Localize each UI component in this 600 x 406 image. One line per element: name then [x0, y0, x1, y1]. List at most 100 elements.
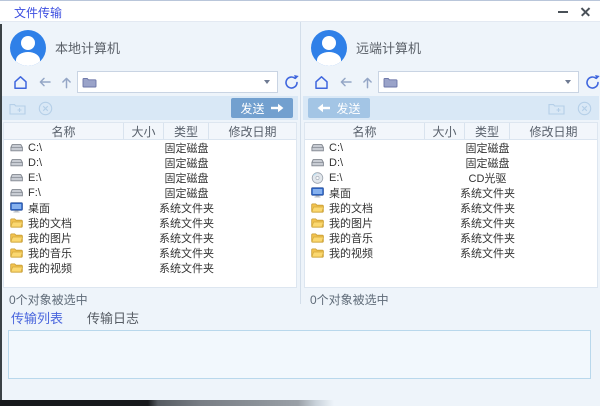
- file-name: C:\: [329, 142, 343, 154]
- up-arrow-icon: [360, 75, 375, 89]
- home-icon: [12, 74, 29, 91]
- selection-status: 0个对象被选中: [9, 291, 88, 308]
- column-header-type[interactable]: 类型: [465, 123, 510, 139]
- file-row[interactable]: 我的音乐 系统文件夹: [4, 245, 296, 260]
- action-toolbar: 发送: [303, 96, 599, 120]
- file-type: 系统文件夹: [164, 230, 209, 246]
- titlebar: 文件传输: [0, 0, 600, 22]
- app-title: 文件传输: [14, 4, 62, 21]
- folder-icon: [311, 217, 325, 229]
- remove-button[interactable]: [35, 99, 55, 117]
- home-icon: [313, 74, 330, 91]
- minimize-button[interactable]: [552, 1, 574, 22]
- computer-label: 本地计算机: [55, 38, 120, 57]
- folder-icon: [311, 232, 325, 244]
- back-button[interactable]: [335, 72, 355, 92]
- file-row[interactable]: 我的视频 系统文件夹: [4, 260, 296, 275]
- back-button[interactable]: [34, 72, 54, 92]
- file-type: 系统文件夹: [465, 185, 510, 201]
- back-arrow-icon: [338, 75, 353, 89]
- file-name: 我的图片: [329, 215, 373, 231]
- new-folder-button[interactable]: [7, 99, 27, 117]
- dropdown-caret-icon[interactable]: [565, 80, 571, 84]
- refresh-icon: [584, 74, 600, 91]
- remove-button[interactable]: [574, 99, 594, 117]
- table-header: 名称 大小 类型 修改日期: [4, 123, 296, 140]
- file-type: 固定磁盘: [164, 140, 209, 156]
- file-row[interactable]: 我的音乐 系统文件夹: [305, 230, 597, 245]
- file-name: 桌面: [329, 185, 351, 201]
- file-type: 系统文件夹: [465, 245, 510, 261]
- back-arrow-icon: [37, 75, 52, 89]
- drive-icon: [10, 172, 24, 184]
- folder-icon: [10, 262, 24, 274]
- file-row[interactable]: E:\ 固定磁盘: [4, 170, 296, 185]
- file-list: C:\ 固定磁盘 D:\ 固定磁盘 E:\ 固定磁盘: [4, 140, 296, 287]
- drive-icon: [311, 157, 325, 169]
- file-type: 固定磁盘: [465, 140, 510, 156]
- file-type: 固定磁盘: [164, 170, 209, 186]
- file-row[interactable]: D:\ 固定磁盘: [305, 155, 597, 170]
- column-header-size[interactable]: 大小: [124, 123, 164, 139]
- file-name: 我的视频: [329, 245, 373, 261]
- panel-local-computer: 本地计算机 发送 名称 大小 类型 修改日期: [0, 22, 300, 304]
- file-name: E:\: [28, 172, 41, 184]
- column-header-name[interactable]: 名称: [4, 123, 124, 139]
- send-button[interactable]: 发送: [308, 98, 370, 118]
- file-name: D:\: [28, 157, 42, 169]
- column-header-size[interactable]: 大小: [425, 123, 465, 139]
- file-row[interactable]: 我的视频 系统文件夹: [305, 245, 597, 260]
- dropdown-caret-icon[interactable]: [264, 80, 270, 84]
- file-table: 名称 大小 类型 修改日期 C:\ 固定磁盘 D:\ 固定磁盘: [3, 122, 297, 288]
- column-header-modified[interactable]: 修改日期: [209, 123, 296, 139]
- new-folder-icon: [548, 102, 565, 115]
- drive-icon: [10, 142, 24, 154]
- file-row[interactable]: C:\ 固定磁盘: [305, 140, 597, 155]
- file-type: 系统文件夹: [164, 200, 209, 216]
- file-row[interactable]: 我的文档 系统文件夹: [305, 200, 597, 215]
- path-combobox[interactable]: [378, 71, 579, 93]
- column-header-name[interactable]: 名称: [305, 123, 425, 139]
- refresh-button[interactable]: [582, 72, 600, 92]
- file-list: C:\ 固定磁盘 D:\ 固定磁盘 E:\ CD光驱: [305, 140, 597, 287]
- file-name: 我的音乐: [329, 230, 373, 246]
- file-name: D:\: [329, 157, 343, 169]
- file-type: 系统文件夹: [465, 230, 510, 246]
- home-button[interactable]: [311, 72, 331, 92]
- folder-icon: [82, 76, 97, 88]
- file-row[interactable]: E:\ CD光驱: [305, 170, 597, 185]
- minimize-icon: [558, 11, 568, 13]
- file-row[interactable]: 我的图片 系统文件夹: [305, 215, 597, 230]
- drive-icon: [311, 142, 325, 154]
- home-button[interactable]: [10, 72, 30, 92]
- column-header-modified[interactable]: 修改日期: [510, 123, 597, 139]
- column-header-type[interactable]: 类型: [164, 123, 209, 139]
- file-row[interactable]: 我的文档 系统文件夹: [4, 215, 296, 230]
- file-type: 系统文件夹: [465, 215, 510, 231]
- file-row[interactable]: C:\ 固定磁盘: [4, 140, 296, 155]
- folder-icon: [10, 217, 24, 229]
- file-row[interactable]: D:\ 固定磁盘: [4, 155, 296, 170]
- refresh-button[interactable]: [281, 72, 301, 92]
- arrow-right-icon: [270, 103, 284, 113]
- drive-icon: [10, 157, 24, 169]
- up-button[interactable]: [357, 72, 377, 92]
- transfer-list-panel: [8, 330, 591, 379]
- new-folder-icon: [9, 102, 26, 115]
- new-folder-button[interactable]: [546, 99, 566, 117]
- file-type: 系统文件夹: [164, 245, 209, 261]
- close-button[interactable]: [574, 1, 596, 22]
- remove-icon: [38, 101, 53, 116]
- path-combobox[interactable]: [77, 71, 278, 93]
- computer-avatar-icon: [10, 30, 46, 66]
- up-arrow-icon: [59, 75, 74, 89]
- file-row[interactable]: F:\ 固定磁盘: [4, 185, 296, 200]
- file-type: 固定磁盘: [164, 155, 209, 171]
- send-button[interactable]: 发送: [231, 98, 293, 118]
- file-row[interactable]: 桌面 系统文件夹: [4, 200, 296, 215]
- action-toolbar: 发送: [2, 96, 298, 120]
- file-row[interactable]: 桌面 系统文件夹: [305, 185, 597, 200]
- up-button[interactable]: [56, 72, 76, 92]
- arrow-left-icon: [317, 103, 331, 113]
- file-row[interactable]: 我的图片 系统文件夹: [4, 230, 296, 245]
